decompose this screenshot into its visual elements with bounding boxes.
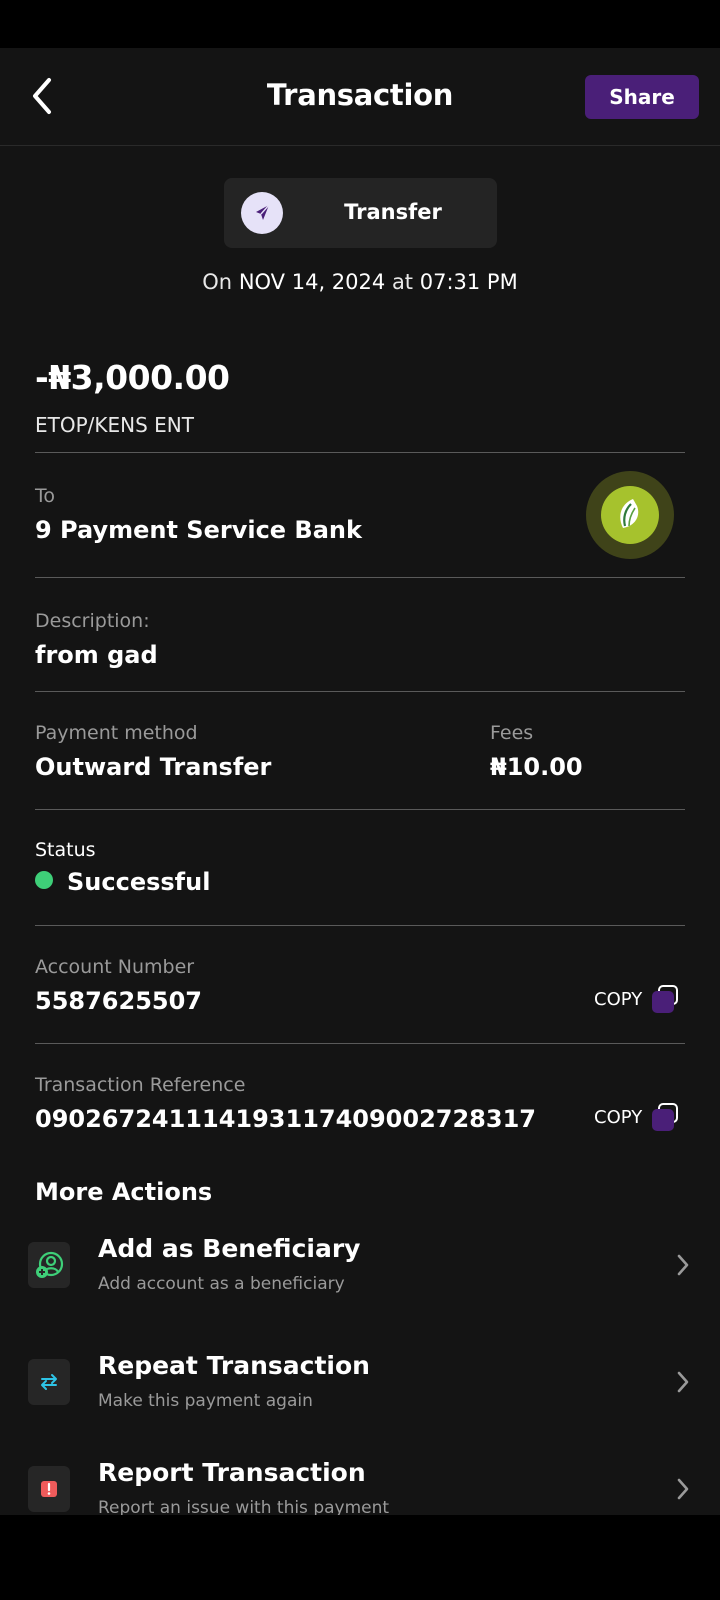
divider (35, 452, 685, 453)
repeat-icon (28, 1359, 70, 1405)
description-value: from gad (35, 641, 158, 669)
repeat-transaction-action[interactable]: Repeat Transaction Make this payment aga… (0, 1351, 720, 1441)
status-bar (0, 0, 720, 48)
transaction-amount: -₦3,000.00 (35, 358, 230, 397)
transaction-reference-value: 090267241114193117409002728317 (35, 1105, 536, 1133)
leaf-logo-icon (601, 486, 659, 544)
action-title: Report Transaction (98, 1458, 366, 1487)
add-beneficiary-action[interactable]: Add as Beneficiary Add account as a bene… (0, 1234, 720, 1324)
copy-icon (652, 1103, 680, 1131)
transaction-type-label: Transfer (344, 200, 442, 224)
chevron-right-icon (672, 1474, 694, 1504)
date-value: NOV 14, 2024 (238, 270, 386, 294)
copy-label: COPY (594, 1106, 643, 1128)
chevron-right-icon (672, 1250, 694, 1280)
recipient-label: To (35, 485, 56, 507)
copy-label: COPY (594, 988, 643, 1010)
account-number-value: 5587625507 (35, 987, 202, 1015)
send-arrow-icon (241, 192, 283, 234)
action-title: Repeat Transaction (98, 1351, 370, 1380)
transaction-date: On NOV 14, 2024 at 07:31 PM (0, 270, 720, 294)
fees-value: ₦10.00 (490, 753, 583, 781)
alert-icon (28, 1466, 70, 1512)
description-label: Description: (35, 610, 150, 632)
chevron-right-icon (672, 1367, 694, 1397)
more-actions-title: More Actions (35, 1178, 213, 1206)
divider (35, 1043, 685, 1044)
share-button[interactable]: Share (585, 75, 699, 119)
transaction-type-badge: Transfer (224, 178, 497, 248)
divider (35, 691, 685, 692)
account-number-label: Account Number (35, 956, 195, 978)
header: Transaction Share (0, 48, 720, 146)
payment-method-label: Payment method (35, 722, 198, 744)
time-value: 07:31 PM (419, 270, 518, 294)
divider (35, 809, 685, 810)
copy-icon (652, 985, 680, 1013)
action-subtitle: Report an issue with this payment (98, 1498, 390, 1515)
recipient-bank: 9 Payment Service Bank (35, 516, 362, 544)
date-joiner: at (391, 270, 414, 294)
copy-reference-button[interactable]: COPY (594, 1103, 680, 1131)
status-value: Successful (67, 868, 211, 896)
counterparty-name: ETOP/KENS ENT (35, 413, 194, 437)
add-user-icon (28, 1242, 70, 1288)
status-label: Status (35, 839, 96, 861)
bank-logo (586, 471, 674, 559)
navigation-bar (0, 1515, 720, 1600)
fees-label: Fees (490, 722, 534, 744)
report-transaction-action[interactable]: Report Transaction Report an issue with … (0, 1458, 720, 1515)
date-prefix: On (202, 270, 233, 294)
action-subtitle: Make this payment again (98, 1391, 313, 1411)
divider (35, 577, 685, 578)
divider (35, 925, 685, 926)
status-indicator (35, 871, 53, 889)
transaction-reference-label: Transaction Reference (35, 1074, 246, 1096)
payment-method-value: Outward Transfer (35, 753, 272, 781)
action-title: Add as Beneficiary (98, 1234, 361, 1263)
copy-account-number-button[interactable]: COPY (594, 985, 680, 1013)
action-subtitle: Add account as a beneficiary (98, 1274, 345, 1294)
